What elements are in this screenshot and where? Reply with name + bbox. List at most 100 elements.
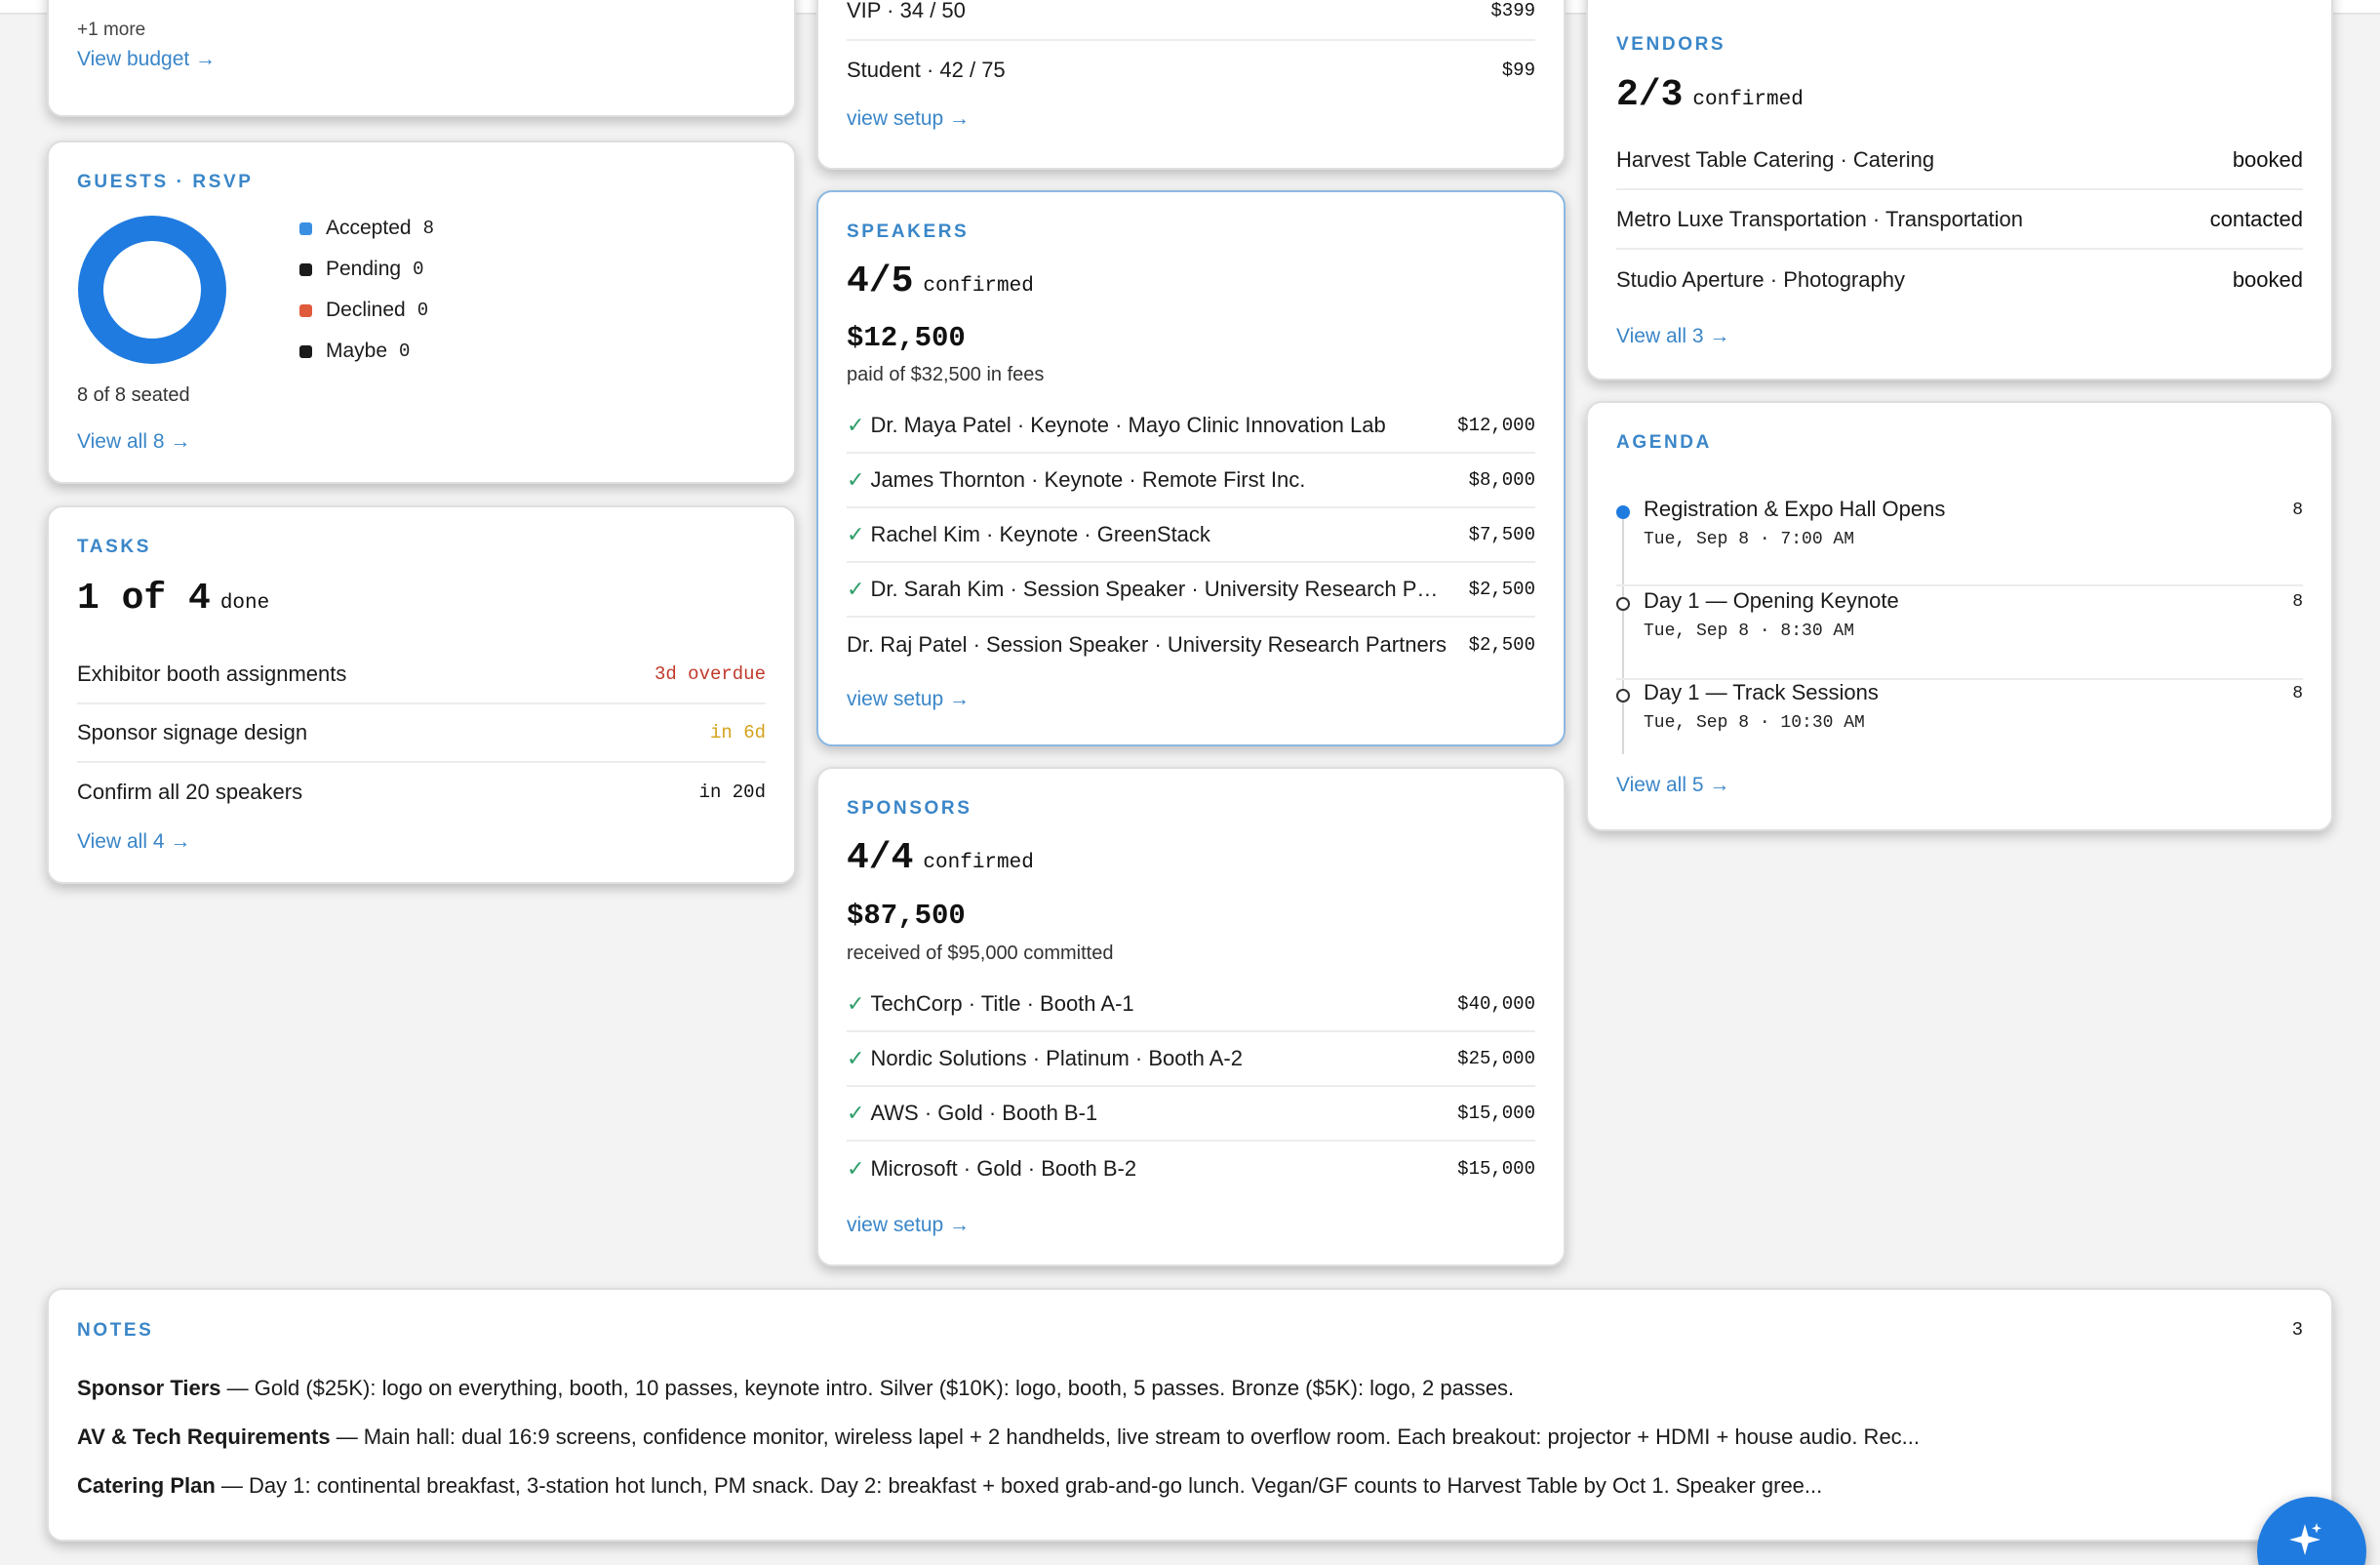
speaker-label: Dr. Sarah Kim · Session Speaker · Univer… (870, 577, 1449, 601)
speaker-fee: $8,000 (1468, 469, 1535, 491)
legend-accepted: Accepted 8 (299, 208, 434, 249)
speaker-row[interactable]: ✓ Dr. Maya Patel · Keynote · Mayo Clinic … (847, 399, 1535, 454)
task-due: in 20d (698, 782, 766, 803)
legend-maybe: Maybe 0 (299, 331, 434, 372)
task-row[interactable]: Exhibitor booth assignments 3d overdue (77, 646, 766, 704)
vendor-label: Harvest Table Catering · Catering (1616, 146, 1935, 172)
speaker-fee: $2,500 (1468, 634, 1535, 656)
ticket-label: VIP · 34 / 50 (847, 0, 966, 22)
agenda-item-name: Day 1 — Opening Keynote (1644, 588, 1899, 613)
ticket-row[interactable]: VIP · 34 / 50 $399 (847, 0, 1535, 41)
speaker-row[interactable]: ✓ James Thornton · Keynote · Remote First… (847, 454, 1535, 508)
check-icon: ✓ (847, 1156, 865, 1181)
tasks-card: TASKS 1 of 4 done Exhibitor booth assignm… (47, 505, 796, 884)
vendors-card: VENDORS 2/3 confirmed Harvest Table Cater… (1586, 0, 2333, 381)
speakers-suffix: confirmed (923, 275, 1034, 298)
agenda-item-time: Tue, Sep 8 · 7:00 AM (1644, 530, 1855, 549)
speaker-label: Dr. Maya Patel · Keynote · Mayo Clinic I… (870, 413, 1386, 437)
speakers-paid-amount: $12,500 (847, 322, 966, 354)
vendor-label: Metro Luxe Transportation · Transportati… (1616, 206, 2023, 231)
view-all-guests-link[interactable]: View all 8 → (77, 430, 190, 454)
tasks-suffix: done (219, 592, 270, 615)
legend-label: Declined (326, 299, 406, 321)
view-budget-link[interactable]: View budget → (77, 48, 216, 71)
legend-declined: Declined 0 (299, 290, 434, 331)
task-row[interactable]: Confirm all 20 speakers in 20d (77, 763, 766, 822)
check-icon: ✓ (847, 522, 865, 546)
agenda-item[interactable]: Registration & Expo Hall Opens Tue, Sep … (1616, 497, 2303, 586)
note-body: — Day 1: continental breakfast, 3-statio… (215, 1473, 1823, 1498)
check-icon: ✓ (847, 1046, 865, 1070)
tasks-count: 1 of 4 (77, 578, 211, 620)
agenda-item-count: 8 (2292, 592, 2303, 612)
sponsor-row[interactable]: ✓ TechCorp · Title · Booth A-1 $40,000 (847, 978, 1535, 1032)
vendor-row[interactable]: Studio Aperture · Photography booked (1616, 250, 2303, 309)
ticket-row[interactable]: Student · 42 / 75 $99 (847, 41, 1535, 100)
speaker-fee: $7,500 (1468, 524, 1535, 545)
legend-dot (299, 221, 312, 235)
tickets-card: VIP · 34 / 50 $399 Student · 42 / 75 $99… (816, 0, 1566, 170)
card-title: GUESTS · RSVP (77, 172, 254, 192)
agenda-item-time: Tue, Sep 8 · 10:30 AM (1644, 713, 1865, 733)
legend-label: Accepted (326, 217, 412, 239)
note-item[interactable]: Catering Plan — Day 1: continental break… (77, 1473, 2136, 1499)
note-title: Sponsor Tiers (77, 1376, 221, 1400)
view-setup-speakers-link[interactable]: view setup → (847, 688, 970, 711)
vendor-row[interactable]: Metro Luxe Transportation · Transportati… (1616, 190, 2303, 250)
speaker-fee: $2,500 (1468, 579, 1535, 600)
donut-ring-accepted (78, 216, 226, 364)
view-all-tasks-link[interactable]: View all 4 → (77, 830, 190, 854)
legend-count: 0 (413, 259, 424, 280)
note-item[interactable]: Sponsor Tiers — Gold ($25K): logo on eve… (77, 1376, 2136, 1401)
sponsor-label: Microsoft · Gold · Booth B-2 (870, 1156, 1137, 1181)
sponsor-amount: $15,000 (1457, 1103, 1535, 1124)
agenda-item-name: Day 1 — Track Sessions (1644, 680, 1879, 704)
timeline-marker-icon (1616, 597, 1630, 611)
legend-count: 0 (416, 300, 429, 321)
sponsor-amount: $15,000 (1457, 1158, 1535, 1180)
speaker-row[interactable]: ✓ Rachel Kim · Keynote · GreenStack $7,50… (847, 508, 1535, 563)
agenda-item-count: 8 (2292, 501, 2303, 520)
notes-card: NOTES 3 Sponsor Tiers — Gold ($25K): log… (47, 1288, 2333, 1542)
rsvp-donut-chart (78, 216, 226, 364)
speakers-count: 4/5 (847, 261, 914, 302)
agenda-item[interactable]: Day 1 — Track Sessions Tue, Sep 8 · 10:3… (1616, 680, 2303, 758)
vendors-count: 2/3 (1616, 74, 1684, 116)
agenda-item[interactable]: Day 1 — Opening Keynote Tue, Sep 8 · 8:3… (1616, 588, 2303, 680)
vendor-row[interactable]: Harvest Table Catering · Catering booked (1616, 131, 2303, 190)
note-title: Catering Plan (77, 1473, 216, 1498)
sponsors-received-sub: received of $95,000 committed (847, 943, 1114, 964)
rsvp-legend: Accepted 8 Pending 0 Declined 0 Maybe 0 (299, 208, 434, 372)
legend-label: Maybe (326, 340, 388, 362)
view-all-vendors-link[interactable]: View all 3 → (1616, 325, 1729, 348)
budget-card: +1 more View budget → (47, 0, 796, 117)
task-row[interactable]: Sponsor signage design in 6d (77, 704, 766, 763)
ticket-price: $99 (1501, 60, 1535, 81)
speaker-row[interactable]: Dr. Raj Patel · Session Speaker · Univer… (847, 618, 1535, 672)
sponsor-row[interactable]: ✓ Nordic Solutions · Platinum · Booth A-2… (847, 1032, 1535, 1087)
sponsor-label: AWS · Gold · Booth B-1 (870, 1101, 1098, 1125)
legend-dot (299, 303, 312, 317)
sponsor-row[interactable]: ✓ Microsoft · Gold · Booth B-2 $15,000 (847, 1142, 1535, 1196)
ticket-label: Student · 42 / 75 (847, 58, 1006, 82)
task-due: in 6d (709, 722, 766, 743)
speakers-paid-sub: paid of $32,500 in fees (847, 364, 1045, 385)
note-item[interactable]: AV & Tech Requirements — Main hall: dual… (77, 1425, 2136, 1450)
sponsor-row[interactable]: ✓ AWS · Gold · Booth B-1 $15,000 (847, 1087, 1535, 1142)
check-icon: ✓ (847, 991, 865, 1016)
legend-count: 8 (422, 218, 434, 239)
ticket-price: $399 (1490, 0, 1535, 21)
agenda-item-time: Tue, Sep 8 · 8:30 AM (1644, 622, 1855, 641)
sponsors-card: SPONSORS 4/4 confirmed $87,500 received o… (816, 767, 1566, 1266)
speaker-row[interactable]: ✓ Dr. Sarah Kim · Session Speaker · Unive… (847, 563, 1535, 618)
view-setup-tickets-link[interactable]: view setup → (847, 107, 970, 131)
view-setup-sponsors-link[interactable]: view setup → (847, 1214, 970, 1237)
sponsors-count: 4/4 (847, 837, 914, 879)
check-icon: ✓ (847, 467, 865, 492)
card-title: NOTES (77, 1320, 154, 1341)
legend-dot (299, 344, 312, 358)
speaker-label: James Thornton · Keynote · Remote First … (870, 467, 1306, 492)
task-label: Sponsor signage design (77, 720, 308, 744)
sponsors-suffix: confirmed (923, 852, 1034, 874)
view-all-agenda-link[interactable]: View all 5 → (1616, 774, 1729, 797)
